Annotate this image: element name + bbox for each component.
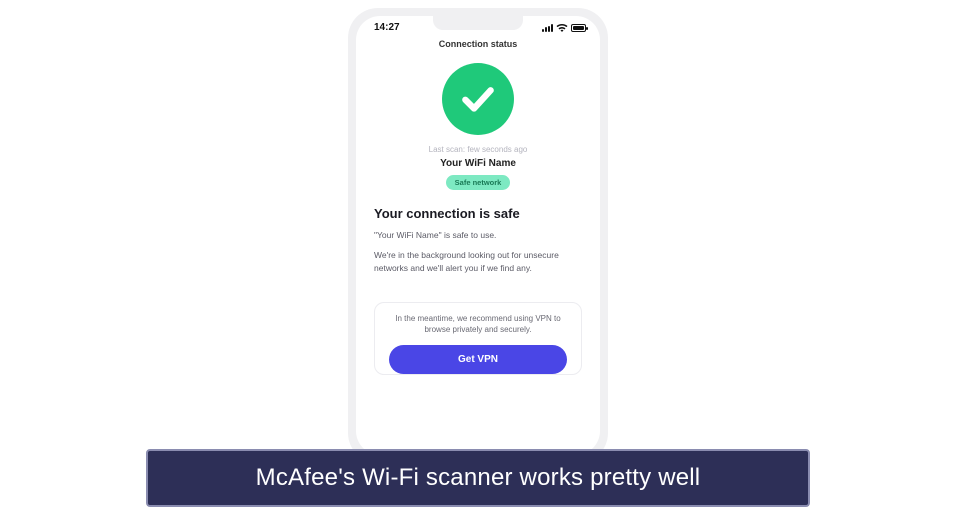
content-area: Last scan: few seconds ago Your WiFi Nam… xyxy=(356,55,600,455)
cellular-icon xyxy=(542,24,553,32)
last-scan-label: Last scan: few seconds ago xyxy=(429,145,528,154)
wifi-icon xyxy=(556,23,568,32)
status-icons xyxy=(542,23,586,32)
result-line-2: We're in the background looking out for … xyxy=(374,249,582,274)
result-section: Your connection is safe "Your WiFi Name"… xyxy=(374,206,582,282)
phone-notch xyxy=(433,16,523,30)
get-vpn-button[interactable]: Get VPN xyxy=(389,345,567,374)
phone-screen: 14:27 Connection status xyxy=(356,16,600,455)
result-line-1: "Your WiFi Name" is safe to use. xyxy=(374,229,582,241)
vpn-recommendation: In the meantime, we recommend using VPN … xyxy=(389,313,567,335)
page-title: Connection status xyxy=(356,35,600,55)
phone-frame: 14:27 Connection status xyxy=(348,8,608,463)
clock: 14:27 xyxy=(374,22,400,33)
result-heading: Your connection is safe xyxy=(374,206,582,221)
battery-icon xyxy=(571,24,586,32)
caption-bar: McAfee's Wi-Fi scanner works pretty well xyxy=(146,449,810,507)
status-badge: Safe network xyxy=(446,175,511,190)
status-success-icon xyxy=(442,63,514,135)
wifi-name-label: Your WiFi Name xyxy=(440,158,516,169)
vpn-card: In the meantime, we recommend using VPN … xyxy=(374,302,582,375)
